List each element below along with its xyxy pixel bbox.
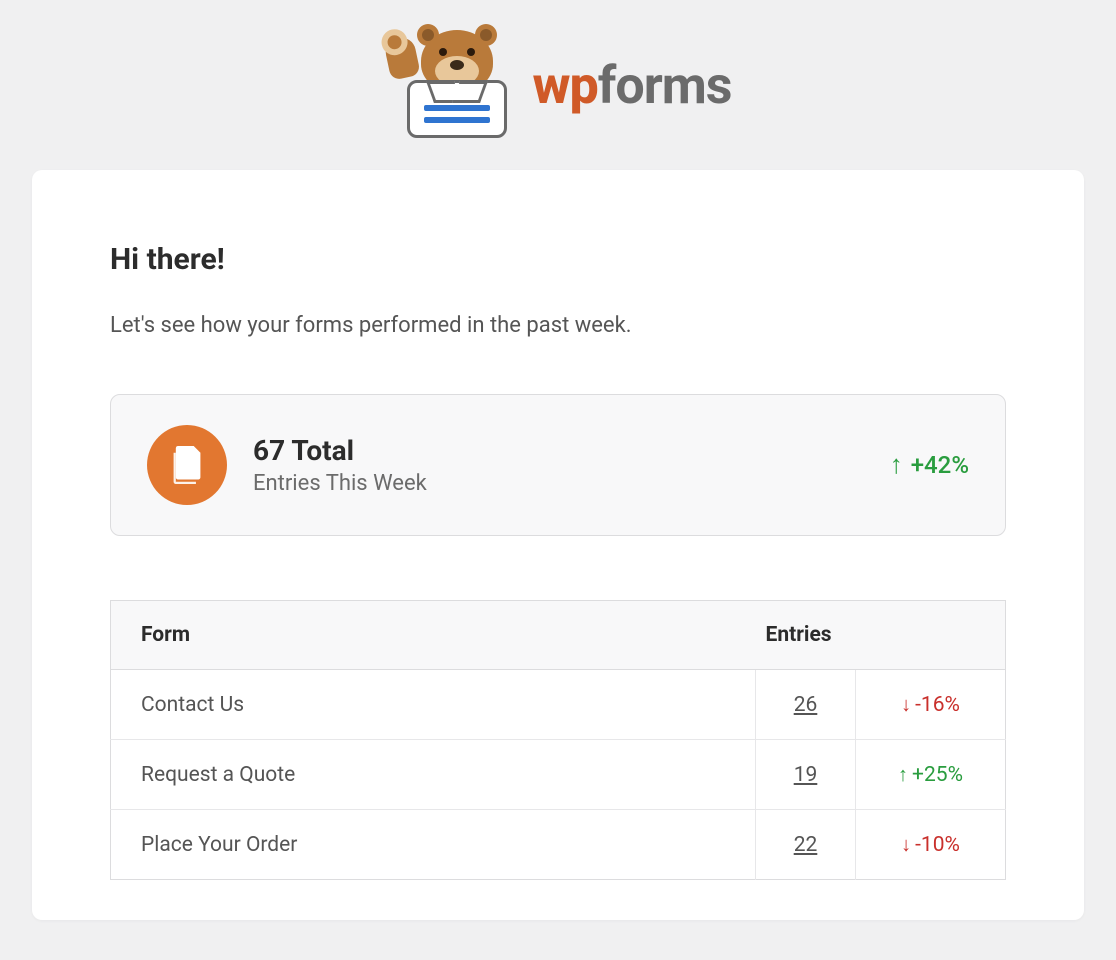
entry-count-link[interactable]: 22 [794,833,818,857]
arrow-down-icon: ↓ [901,832,911,856]
bear-mascot-icon [385,30,515,140]
summary-trend-value: +42% [911,451,969,479]
entry-count-cell: 26 [756,670,856,740]
greeting-heading: Hi there! [110,242,1006,277]
entry-delta-value: -16% [915,693,960,717]
entry-delta-value: +25% [912,763,963,787]
entry-count-link[interactable]: 26 [794,693,818,717]
logo-text-wp: wp [533,55,598,116]
entry-delta-value: -10% [915,833,960,857]
entry-count-link[interactable]: 19 [794,763,818,787]
entry-count-cell: 22 [756,810,856,880]
forms-table: Form Entries Contact Us26↓-16%Request a … [110,600,1006,880]
arrow-up-icon: ↑ [898,762,908,786]
summary-subtitle: Entries This Week [253,471,427,496]
table-row: Contact Us 26 ↓-16% [111,670,1006,740]
brand-header: wpforms [32,0,1084,170]
wpforms-wordmark: wpforms [533,55,732,116]
logo-text-forms: forms [598,55,732,116]
summary-trend: ↑ +42% [890,451,969,479]
form-name: Contact Us [111,670,756,740]
intro-text: Let's see how your forms performed in th… [110,313,1006,338]
entry-delta: ↓-10% [856,810,1006,880]
form-name: Place Your Order [111,810,756,880]
table-row: Place Your Order 22 ↓-10% [111,810,1006,880]
entry-count-cell: 19 [756,740,856,810]
form-name: Request a Quote [111,740,756,810]
summary-box: 67 Total Entries This Week ↑ +42% [110,394,1006,536]
table-row: Request a Quote 19 ↑+25% [111,740,1006,810]
report-card: Hi there! Let's see how your forms perfo… [32,170,1084,920]
wpforms-logo: wpforms [385,30,732,140]
summary-total: 67 Total [253,434,427,467]
col-header-entries: Entries [756,601,1006,670]
arrow-down-icon: ↓ [901,692,911,716]
arrow-up-icon: ↑ [890,452,903,478]
col-header-form: Form [111,601,756,670]
entry-delta: ↑+25% [856,740,1006,810]
entries-icon [147,425,227,505]
entry-delta: ↓-16% [856,670,1006,740]
